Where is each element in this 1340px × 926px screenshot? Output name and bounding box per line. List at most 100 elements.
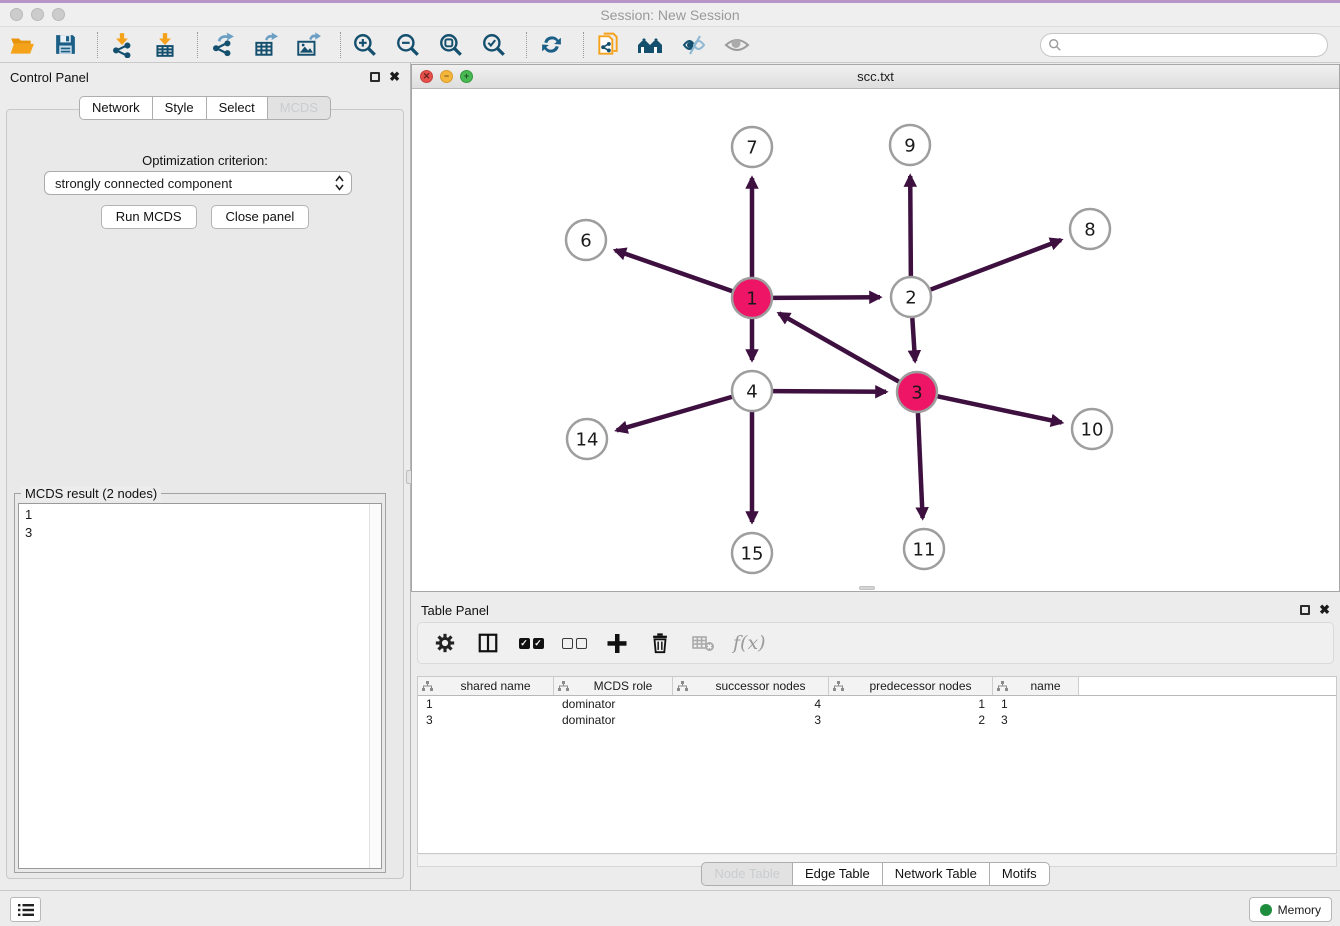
column-header-MCDS-role[interactable]: MCDS role [554, 677, 673, 695]
node-6[interactable]: 6 [566, 220, 606, 260]
cell-successor-nodes[interactable]: 3 [673, 712, 829, 728]
cell-name[interactable]: 1 [993, 696, 1079, 712]
result-scrollbar[interactable] [369, 504, 381, 868]
cell-predecessor-nodes[interactable]: 1 [829, 696, 993, 712]
cell-shared-name[interactable]: 1 [418, 696, 554, 712]
open-session-icon[interactable] [8, 31, 36, 59]
node-11[interactable]: 11 [904, 529, 944, 569]
svg-text:3: 3 [911, 382, 922, 403]
hide-graphics-icon[interactable] [680, 31, 708, 59]
tab-select[interactable]: Select [206, 96, 268, 120]
column-header-name[interactable]: name [993, 677, 1079, 695]
column-header-shared-name[interactable]: shared name [418, 677, 554, 695]
optimization-criterion-dropdown[interactable]: strongly connected component [44, 171, 352, 195]
node-7[interactable]: 7 [732, 127, 772, 167]
select-all-rows-icon[interactable]: ✓ ✓ [518, 630, 544, 656]
search-input[interactable] [1066, 38, 1306, 52]
node-3[interactable]: 3 [897, 372, 937, 412]
edge-3-11[interactable] [918, 413, 923, 518]
edge-1-2[interactable] [773, 297, 880, 298]
cell-successor-nodes[interactable]: 4 [673, 696, 829, 712]
edge-3-1[interactable] [779, 313, 899, 381]
edge-3-10[interactable] [938, 396, 1062, 422]
mcds-result-groupbox: MCDS result (2 nodes) 1 3 [14, 493, 386, 873]
table-body: 1dominator4113dominator323 [418, 696, 1336, 728]
zoom-in-icon[interactable] [351, 31, 379, 59]
zoom-out-icon[interactable] [394, 31, 422, 59]
network-maximize-button[interactable]: + [460, 70, 473, 83]
table-toolbar: ✓ ✓ f(x) [417, 622, 1334, 664]
node-table[interactable]: shared nameMCDS rolesuccessor nodesprede… [417, 676, 1337, 854]
memory-button[interactable]: Memory [1249, 897, 1332, 922]
cell-name[interactable]: 3 [993, 712, 1079, 728]
svg-text:9: 9 [904, 135, 915, 156]
node-15[interactable]: 15 [732, 533, 772, 573]
zoom-selected-icon[interactable] [480, 31, 508, 59]
import-network-icon[interactable] [108, 31, 136, 59]
task-history-button[interactable] [10, 897, 41, 922]
table-row[interactable]: 3dominator323 [418, 712, 1336, 728]
float-panel-icon[interactable] [370, 72, 380, 82]
export-table-icon[interactable] [251, 31, 279, 59]
node-14[interactable]: 14 [567, 419, 607, 459]
toolbar-separator [197, 32, 198, 58]
zoom-fit-icon[interactable] [437, 31, 465, 59]
add-column-icon[interactable] [604, 630, 630, 656]
mcds-result-text[interactable]: 1 3 [18, 503, 382, 869]
export-image-icon[interactable] [294, 31, 322, 59]
cell-MCDS-role[interactable]: dominator [554, 712, 673, 728]
close-table-panel-icon[interactable]: ✖ [1319, 605, 1330, 615]
clone-network-icon[interactable] [594, 31, 622, 59]
column-visibility-icon[interactable] [475, 630, 501, 656]
tab-network[interactable]: Network [79, 96, 153, 120]
cell-shared-name[interactable]: 3 [418, 712, 554, 728]
table-row[interactable]: 1dominator411 [418, 696, 1336, 712]
import-table-icon[interactable] [151, 31, 179, 59]
float-table-panel-icon[interactable] [1300, 605, 1310, 615]
tab-edge-table[interactable]: Edge Table [792, 862, 883, 886]
node-4[interactable]: 4 [732, 371, 772, 411]
network-close-button[interactable]: ✕ [420, 70, 433, 83]
edge-2-9[interactable] [910, 176, 911, 276]
close-panel-button[interactable]: Close panel [211, 205, 310, 229]
column-header-successor-nodes[interactable]: successor nodes [673, 677, 829, 695]
refresh-icon[interactable] [537, 31, 565, 59]
unchecked-box-icon [562, 638, 573, 649]
first-neighbors-icon[interactable] [637, 31, 665, 59]
tab-motifs[interactable]: Motifs [989, 862, 1050, 886]
node-2[interactable]: 2 [891, 277, 931, 317]
network-resize-handle[interactable] [859, 586, 875, 590]
tab-node-table[interactable]: Node Table [701, 862, 793, 886]
edge-2-3[interactable] [912, 318, 915, 361]
tab-network-table[interactable]: Network Table [882, 862, 990, 886]
column-header-predecessor-nodes[interactable]: predecessor nodes [829, 677, 993, 695]
edge-2-8[interactable] [931, 240, 1061, 290]
run-mcds-button[interactable]: Run MCDS [101, 205, 197, 229]
deselect-all-rows-icon[interactable] [561, 630, 587, 656]
export-network-icon[interactable] [208, 31, 236, 59]
edge-4-14[interactable] [617, 397, 732, 430]
cell-predecessor-nodes[interactable]: 2 [829, 712, 993, 728]
node-8[interactable]: 8 [1070, 209, 1110, 249]
search-field[interactable] [1040, 33, 1328, 57]
checked-box-icon: ✓ [519, 638, 530, 649]
delete-column-icon[interactable] [647, 630, 673, 656]
cell-MCDS-role[interactable]: dominator [554, 696, 673, 712]
tab-style[interactable]: Style [152, 96, 207, 120]
tab-mcds[interactable]: MCDS [267, 96, 331, 120]
network-minimize-button[interactable]: − [440, 70, 453, 83]
node-9[interactable]: 9 [890, 125, 930, 165]
svg-text:4: 4 [746, 381, 757, 402]
node-1[interactable]: 1 [732, 278, 772, 318]
node-10[interactable]: 10 [1072, 409, 1112, 449]
network-canvas[interactable]: 7 9 6 8 1 2 4 3 14 10 15 11 [412, 89, 1339, 591]
control-panel-title: Control Panel [10, 70, 89, 85]
edge-1-6[interactable] [615, 250, 732, 291]
table-settings-gear-icon[interactable] [432, 630, 458, 656]
close-panel-icon[interactable]: ✖ [389, 72, 400, 82]
control-panel-tabs: NetworkStyleSelectMCDS [0, 96, 410, 120]
edge-4-3[interactable] [773, 391, 886, 392]
unchecked-box-icon [576, 638, 587, 649]
network-window-titlebar[interactable]: ✕ − + scc.txt [412, 65, 1339, 89]
save-session-icon[interactable] [51, 31, 79, 59]
